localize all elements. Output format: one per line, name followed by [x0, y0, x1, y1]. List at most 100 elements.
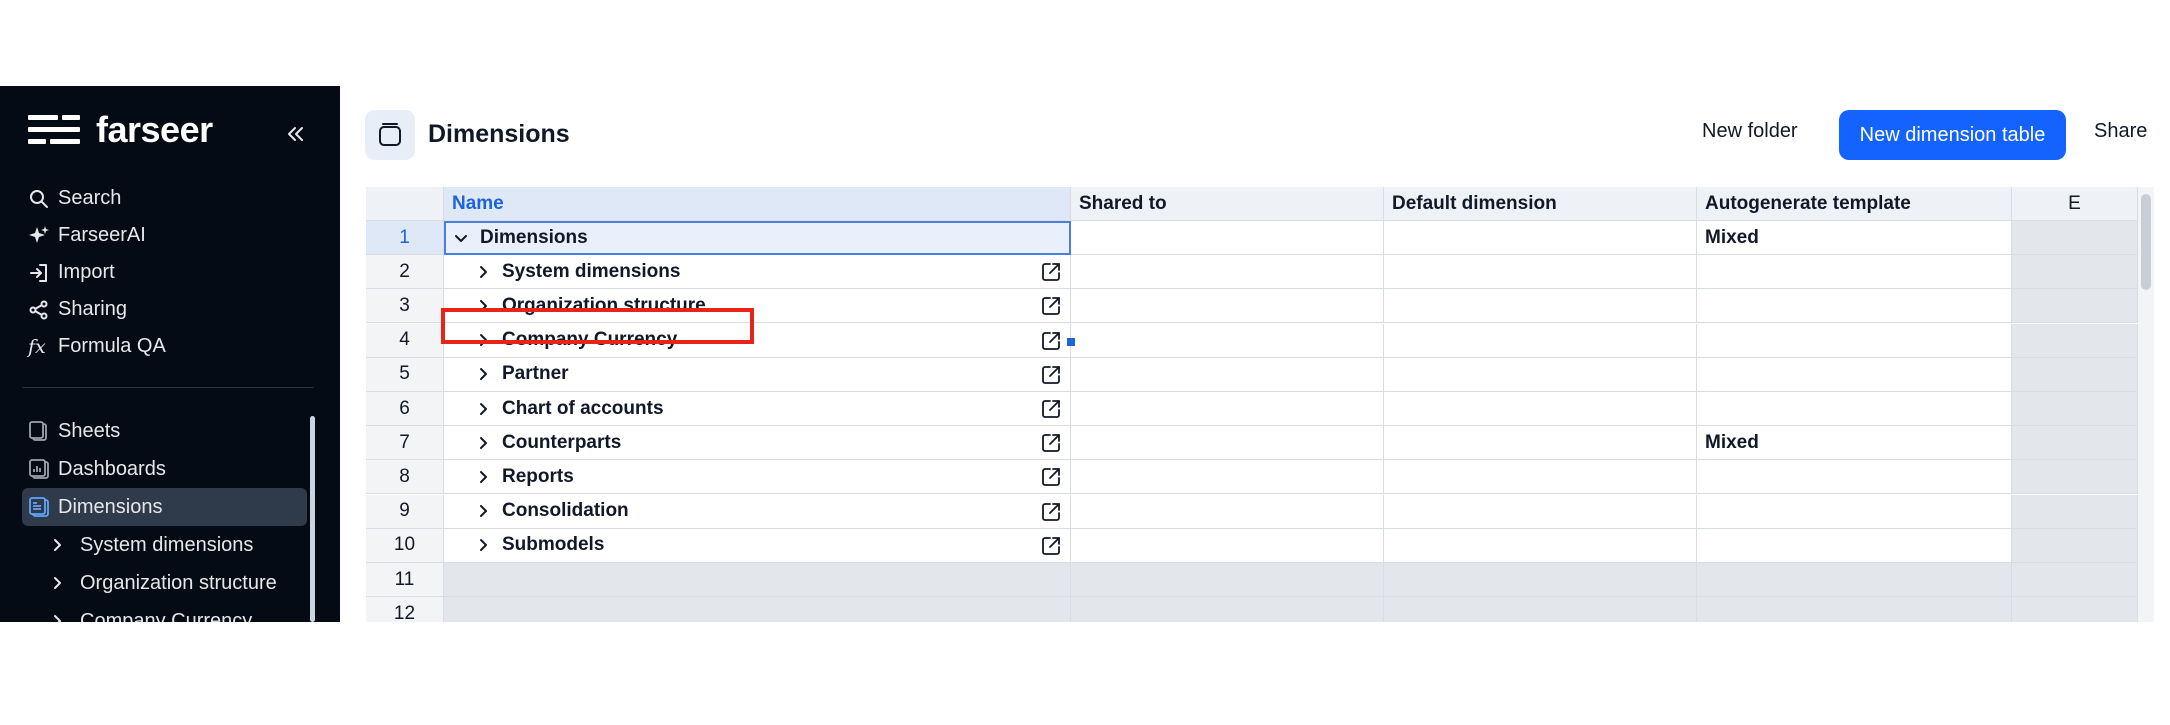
table-row[interactable]: 2 System dimensions	[366, 255, 2138, 290]
open-in-new-icon[interactable]	[1040, 432, 1062, 454]
autogenerate-template-cell[interactable]	[1697, 289, 2012, 324]
autogenerate-template-cell[interactable]	[1697, 357, 2012, 392]
name-cell[interactable]: Dimensions	[444, 221, 1071, 255]
e-cell[interactable]	[2012, 357, 2138, 392]
row-index[interactable]: 6	[366, 392, 444, 426]
new-folder-button[interactable]: New folder	[1702, 120, 1798, 143]
name-cell[interactable]: Organization structure	[444, 289, 1071, 324]
farseer-logo[interactable]: farseer	[28, 109, 213, 150]
table-row[interactable]: 5 Partner	[366, 357, 2138, 392]
chevron-right-icon[interactable]	[476, 333, 490, 347]
fill-handle[interactable]	[1067, 338, 1075, 346]
column-header-name[interactable]: Name	[444, 187, 1071, 221]
autogenerate-template-cell[interactable]: Mixed	[1697, 426, 2012, 461]
row-index[interactable]: 2	[366, 255, 444, 290]
autogenerate-template-cell[interactable]	[1697, 597, 2012, 622]
e-cell[interactable]	[2012, 255, 2138, 290]
table-row[interactable]: 9 Consolidation	[366, 494, 2138, 529]
row-index[interactable]: 1	[366, 221, 444, 255]
chevron-right-icon[interactable]	[476, 470, 490, 484]
table-row-empty[interactable]: 12	[366, 597, 2138, 622]
row-index[interactable]: 3	[366, 289, 444, 324]
chevron-right-icon[interactable]	[476, 402, 490, 416]
sidebar-subitem-company-currency[interactable]: Company Currency	[22, 602, 307, 622]
shared-to-cell[interactable]	[1071, 460, 1384, 495]
shared-to-cell[interactable]	[1071, 494, 1384, 529]
table-row[interactable]: 3 Organization structure	[366, 289, 2138, 324]
chevron-right-icon[interactable]	[476, 538, 490, 552]
autogenerate-template-cell[interactable]	[1697, 392, 2012, 426]
name-cell[interactable]	[444, 597, 1071, 622]
autogenerate-template-cell[interactable]	[1697, 323, 2012, 358]
nav-search[interactable]: Search	[22, 180, 312, 217]
autogenerate-template-cell[interactable]	[1697, 255, 2012, 290]
shared-to-cell[interactable]	[1071, 255, 1384, 290]
default-dimension-cell[interactable]	[1384, 597, 1697, 622]
shared-to-cell[interactable]	[1071, 563, 1384, 597]
row-index[interactable]: 5	[366, 357, 444, 392]
corner-cell[interactable]	[366, 187, 444, 221]
e-cell[interactable]	[2012, 392, 2138, 426]
column-header-shared-to[interactable]: Shared to	[1071, 187, 1384, 221]
open-in-new-icon[interactable]	[1040, 330, 1062, 352]
row-index[interactable]: 9	[366, 494, 444, 529]
table-row-empty[interactable]: 11	[366, 563, 2138, 597]
grid-scrollbar-thumb[interactable]	[2141, 194, 2151, 290]
name-cell[interactable]: Company Currency	[444, 323, 1071, 358]
autogenerate-template-cell[interactable]	[1697, 460, 2012, 495]
chevron-right-icon[interactable]	[476, 265, 490, 279]
nav-dimensions[interactable]: Dimensions	[22, 488, 307, 526]
sidebar-scrollbar[interactable]	[310, 416, 315, 622]
table-row[interactable]: 6 Chart of accounts	[366, 392, 2138, 426]
default-dimension-cell[interactable]	[1384, 460, 1697, 495]
e-cell[interactable]	[2012, 460, 2138, 495]
default-dimension-cell[interactable]	[1384, 357, 1697, 392]
nav-import[interactable]: Import	[22, 254, 312, 291]
chevron-down-icon[interactable]	[454, 231, 468, 245]
chevron-right-icon[interactable]	[476, 367, 490, 381]
open-in-new-icon[interactable]	[1040, 398, 1062, 420]
name-cell[interactable]: Submodels	[444, 528, 1071, 563]
collapse-sidebar-button[interactable]	[282, 120, 310, 148]
e-cell[interactable]	[2012, 323, 2138, 358]
nav-dashboards[interactable]: Dashboards	[22, 450, 307, 488]
column-header-autogenerate-template[interactable]: Autogenerate template	[1697, 187, 2012, 221]
column-header-e[interactable]: E	[2012, 187, 2138, 221]
default-dimension-cell[interactable]	[1384, 289, 1697, 324]
e-cell[interactable]	[2012, 528, 2138, 563]
row-index[interactable]: 7	[366, 426, 444, 461]
share-button[interactable]: Share	[2094, 120, 2147, 143]
sidebar-subitem-organization-structure[interactable]: Organization structure	[22, 564, 307, 602]
table-row[interactable]: 10 Submodels	[366, 528, 2138, 563]
row-index[interactable]: 12	[366, 597, 444, 622]
name-cell[interactable]: Consolidation	[444, 494, 1071, 529]
name-cell[interactable]: Chart of accounts	[444, 392, 1071, 426]
autogenerate-template-cell[interactable]	[1697, 563, 2012, 597]
default-dimension-cell[interactable]	[1384, 221, 1697, 255]
nav-sheets[interactable]: Sheets	[22, 412, 307, 450]
open-in-new-icon[interactable]	[1040, 501, 1062, 523]
name-cell[interactable]: Reports	[444, 460, 1071, 495]
default-dimension-cell[interactable]	[1384, 494, 1697, 529]
default-dimension-cell[interactable]	[1384, 528, 1697, 563]
e-cell[interactable]	[2012, 221, 2138, 255]
nav-sharing[interactable]: Sharing	[22, 291, 312, 328]
autogenerate-template-cell[interactable]	[1697, 528, 2012, 563]
shared-to-cell[interactable]	[1071, 357, 1384, 392]
nav-farseerai[interactable]: FarseerAI	[22, 217, 312, 254]
shared-to-cell[interactable]	[1071, 597, 1384, 622]
shared-to-cell[interactable]	[1071, 528, 1384, 563]
autogenerate-template-cell[interactable]: Mixed	[1697, 221, 2012, 255]
row-index[interactable]: 11	[366, 563, 444, 597]
open-in-new-icon[interactable]	[1040, 295, 1062, 317]
open-in-new-icon[interactable]	[1040, 261, 1062, 283]
row-index[interactable]: 10	[366, 528, 444, 563]
column-header-default-dimension[interactable]: Default dimension	[1384, 187, 1697, 221]
name-cell[interactable]	[444, 563, 1071, 597]
open-in-new-icon[interactable]	[1040, 535, 1062, 557]
chevron-right-icon[interactable]	[476, 299, 490, 313]
shared-to-cell[interactable]	[1071, 323, 1384, 358]
open-in-new-icon[interactable]	[1040, 466, 1062, 488]
table-row[interactable]: 7 Counterparts Mixed	[366, 426, 2138, 461]
default-dimension-cell[interactable]	[1384, 426, 1697, 461]
